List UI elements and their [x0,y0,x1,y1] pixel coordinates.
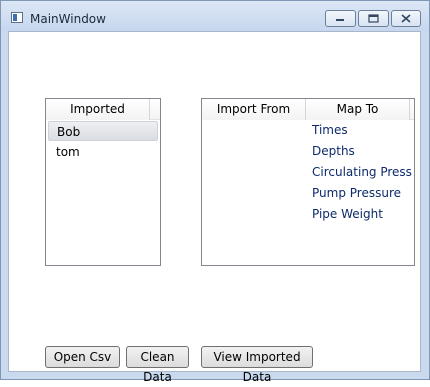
minimize-icon [336,19,344,21]
list-item[interactable]: Bob [48,121,158,141]
table-cell-map-to[interactable]: Circulating Press [312,162,412,183]
list-item[interactable]: tom [48,142,158,162]
close-icon [401,14,411,23]
open-csv-button[interactable]: Open Csv [45,346,120,368]
imported-listbox[interactable]: Imported Bob tom [45,98,161,266]
minimize-button[interactable] [325,10,356,27]
table-cell-map-to[interactable]: Depths [312,141,355,162]
view-imported-data-button[interactable]: View Imported Data [201,346,313,384]
window-title: MainWindow [30,12,106,26]
title-bar[interactable]: MainWindow [1,1,429,31]
close-button[interactable] [391,10,421,27]
maximize-button[interactable] [358,10,389,27]
clean-data-button[interactable]: Clean Data [126,346,189,384]
maximize-icon [368,14,379,23]
column-header-import-from[interactable]: Import From [202,99,306,120]
window-app-icon [11,12,23,23]
mapping-listview[interactable]: Import From Map To Times Depths Circulat… [201,98,415,266]
column-header-imported[interactable]: Imported [46,99,150,120]
table-cell-map-to[interactable]: Pump Pressure [312,183,401,204]
table-cell-map-to[interactable]: Pipe Weight [312,204,383,225]
column-header-map-to[interactable]: Map To [306,99,410,120]
table-cell-map-to[interactable]: Times [312,120,348,141]
